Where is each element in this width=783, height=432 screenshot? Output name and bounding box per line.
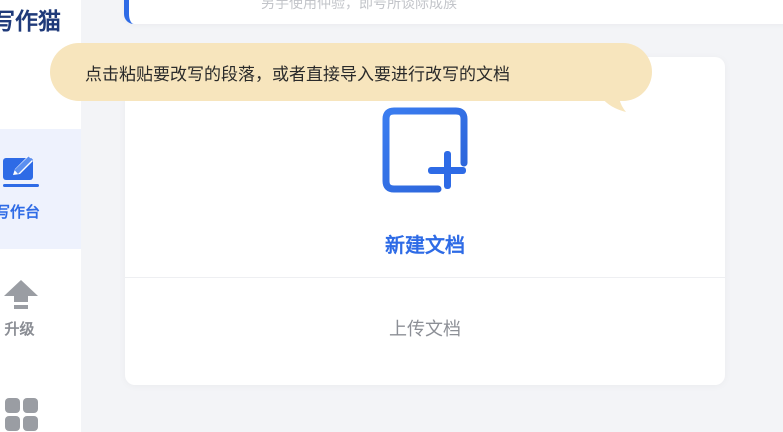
apps-grid-icon — [2, 395, 40, 432]
tooltip-tail — [598, 86, 628, 118]
upload-document-label: 上传文档 — [389, 318, 461, 340]
edit-icon — [1, 155, 41, 195]
upload-document-button[interactable]: 上传文档 — [125, 278, 725, 385]
guide-tooltip: 点击粘贴要改写的段落，或者直接导入要进行改写的文档 — [50, 43, 652, 101]
new-document-icon — [380, 105, 470, 199]
sidebar-item-label: 写作台 — [0, 202, 40, 221]
tip-card-text: 另手使用仲验，即号所谈际成族 — [261, 0, 457, 12]
brand-logo: 写作猫 — [0, 8, 61, 35]
tip-card: 另手使用仲验，即号所谈际成族 — [124, 0, 783, 24]
document-card: 新建文档 上传文档 — [125, 57, 725, 385]
sidebar-item-apps[interactable] — [0, 395, 81, 432]
new-document-label: 新建文档 — [385, 233, 465, 257]
upgrade-arrow-icon — [2, 278, 40, 314]
sidebar-item-upgrade[interactable]: 升级 — [0, 278, 81, 339]
app-page: 写作猫 写作台 升级 另手使用仲验，即号所谈际成族 新建文档 上传文档 点击粘贴… — [0, 0, 783, 432]
sidebar-item-label: 升级 — [4, 320, 35, 338]
sidebar-item-workspace[interactable]: 写作台 — [0, 129, 81, 249]
tooltip-text: 点击粘贴要改写的段落，或者直接导入要进行改写的文档 — [85, 64, 510, 85]
